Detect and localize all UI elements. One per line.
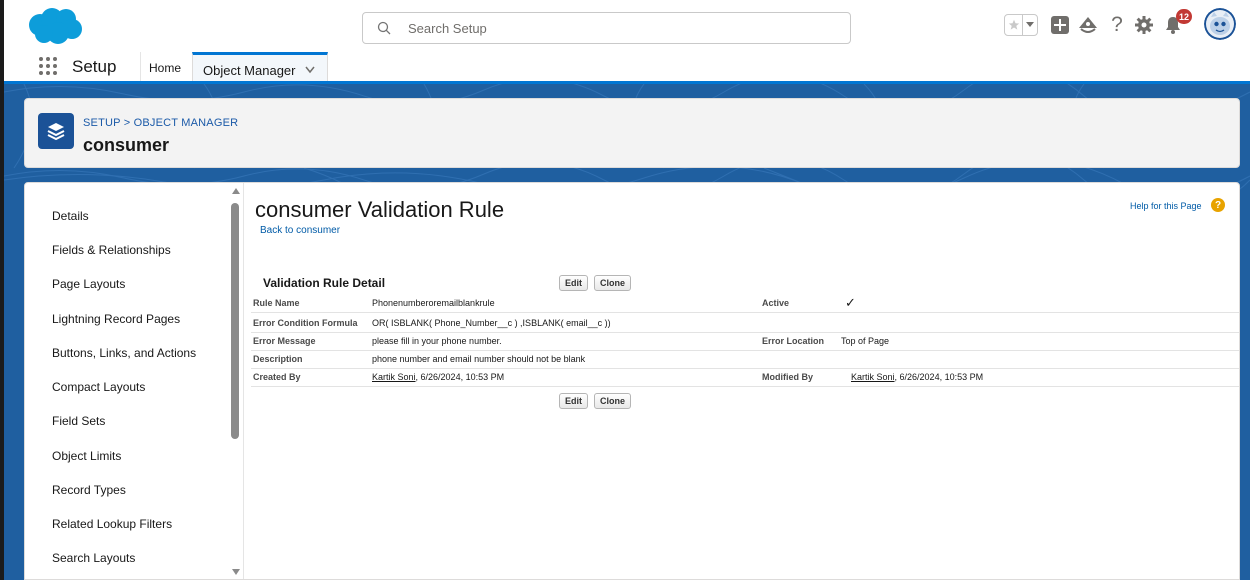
favorites-dropdown-icon[interactable] [1023,15,1037,35]
sidebar-item-search-layouts[interactable]: Search Layouts [52,551,135,565]
detail-row-error-message: Error Message please fill in your phone … [251,333,1239,351]
sidebar-scrollbar[interactable] [229,183,241,579]
breadcrumb[interactable]: SETUP > OBJECT MANAGER [83,117,238,129]
tab-object-manager[interactable]: Object Manager [192,52,328,81]
detail-row-created-modified: Created By Kartik Soni, 6/26/2024, 10:53… [251,369,1239,387]
error-location-value: Top of Page [841,336,890,346]
back-to-consumer-link[interactable]: Back to consumer [260,225,340,236]
created-by-label: Created By [253,372,301,382]
detail-row-rule-name: Rule Name Phonenumberoremailblankrule Ac… [251,295,1239,313]
modified-by-value: Kartik Soni, 6/26/2024, 10:53 PM [851,372,983,382]
user-avatar[interactable] [1204,8,1236,40]
rule-name-value: Phonenumberoremailblankrule [372,298,495,308]
notification-count-badge: 12 [1176,9,1193,24]
modified-by-date: , 6/26/2024, 10:53 PM [894,372,984,382]
modified-by-label: Modified By [762,372,813,382]
favorite-star-icon[interactable] [1005,15,1023,35]
sidebar-item-fields-relationships[interactable]: Fields & Relationships [52,243,171,257]
description-value: phone number and email number should not… [372,354,586,364]
sidebar-item-record-types[interactable]: Record Types [52,483,126,497]
created-by-user-link[interactable]: Kartik Soni [372,372,416,382]
sidebar-item-related-lookup-filters[interactable]: Related Lookup Filters [52,517,172,531]
clone-button-bottom[interactable]: Clone [594,393,632,409]
help-question-icon[interactable]: ? [1211,198,1225,212]
global-actions-icon[interactable] [1048,13,1072,37]
sidebar-item-compact-layouts[interactable]: Compact Layouts [52,380,145,394]
sidebar-item-lightning-record-pages[interactable]: Lightning Record Pages [52,312,180,326]
object-layers-icon [38,113,74,149]
trailhead-guidance-icon[interactable] [1076,13,1100,37]
scrollbar-thumb[interactable] [231,203,239,439]
modified-by-user-link[interactable]: Kartik Soni [851,372,895,382]
sidebar-item-field-sets[interactable]: Field Sets [52,414,105,428]
error-message-label: Error Message [253,336,316,346]
description-label: Description [253,354,303,364]
sidebar-item-details[interactable]: Details [52,209,89,223]
active-checkmark-icon: ✓ [845,295,856,310]
created-by-date: , 6/26/2024, 10:53 PM [415,372,505,382]
error-location-label: Error Location [762,336,825,346]
detail-row-description: Description phone number and email numbe… [251,351,1239,369]
chevron-down-icon[interactable] [305,66,315,74]
app-launcher-icon[interactable] [38,56,58,76]
detail-row-error-condition: Error Condition Formula OR( ISBLANK( Pho… [251,315,1239,333]
search-icon [377,21,391,35]
created-by-value: Kartik Soni, 6/26/2024, 10:53 PM [372,372,504,382]
page-title: consumer Validation Rule [255,197,505,222]
scroll-down-arrow-icon[interactable] [232,569,240,575]
rule-name-label: Rule Name [253,298,300,308]
error-message-value: please fill in your phone number. [372,336,502,346]
tab-home[interactable]: Home [140,52,189,81]
edit-button-top[interactable]: Edit [559,275,588,291]
sidebar-item-buttons-links-actions[interactable]: Buttons, Links, and Actions [52,346,196,360]
active-label: Active [762,298,790,308]
search-setup-input[interactable]: Search Setup [362,12,851,44]
sidebar-item-object-limits[interactable]: Object Limits [52,449,121,463]
edit-button-bottom[interactable]: Edit [559,393,588,409]
object-title: consumer [83,135,170,155]
search-placeholder: Search Setup [408,21,487,36]
section-title: Validation Rule Detail [263,276,386,290]
help-icon[interactable]: ? [1105,13,1129,37]
sidebar-divider [243,183,244,579]
setup-gear-icon[interactable] [1132,13,1156,37]
salesforce-logo[interactable] [26,6,84,46]
global-header: Search Setup ? 12 [4,0,1250,52]
error-condition-value: OR( ISBLANK( Phone_Number__c ) ,ISBLANK(… [372,318,611,328]
app-name: Setup [72,57,117,76]
sidebar-item-page-layouts[interactable]: Page Layouts [52,277,125,291]
tab-object-manager-label: Object Manager [203,63,296,78]
main-content-card: Details Fields & Relationships Page Layo… [24,182,1240,580]
error-condition-label: Error Condition Formula [253,318,358,328]
setup-nav-bar: Setup Home Object Manager [4,52,1250,84]
object-header-card: SETUP > OBJECT MANAGER consumer [24,98,1240,168]
help-for-page-link[interactable]: Help for this Page [1130,201,1202,211]
favorites-group [1004,14,1038,36]
object-sidebar: Details Fields & Relationships Page Layo… [25,183,243,579]
scroll-up-arrow-icon[interactable] [232,188,240,194]
clone-button-top[interactable]: Clone [594,275,632,291]
